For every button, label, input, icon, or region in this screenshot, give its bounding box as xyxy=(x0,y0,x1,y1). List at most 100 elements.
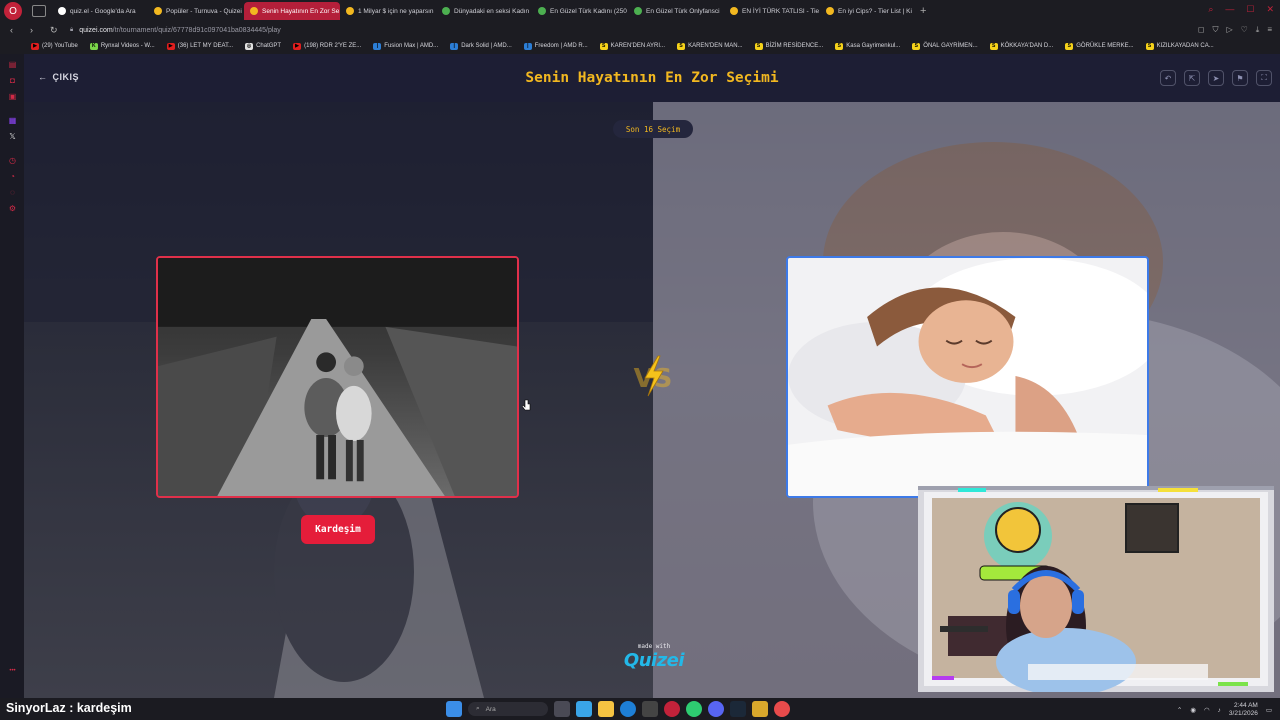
edge-icon[interactable] xyxy=(620,701,636,717)
browser-tab[interactable]: En Güzel Türk Kadını (250 xyxy=(532,2,628,20)
task-view-icon[interactable] xyxy=(554,701,570,717)
flag-icon[interactable]: ⚑ xyxy=(1232,70,1248,86)
bookmark-item[interactable]: S Kasa Gayrimenkul... xyxy=(830,42,905,50)
fullscreen-icon[interactable]: ⛶ xyxy=(1256,70,1272,86)
bookmark-item[interactable]: | Freedom | AMD R... xyxy=(519,42,593,50)
bookmark-item[interactable]: ▶ (29) YouTube xyxy=(26,42,83,50)
bookmark-item[interactable]: S KÖKKAYA'DAN D... xyxy=(985,42,1059,50)
minimize-icon[interactable]: — xyxy=(1225,4,1234,15)
sidebar-bulb-icon[interactable]: ◌ xyxy=(8,188,17,197)
bookmark-item[interactable]: S KIZILKAYADAN CA... xyxy=(1141,42,1219,50)
bookmark-item[interactable]: S ÖNAL GAYRİMEN... xyxy=(907,42,982,50)
file-explorer-icon[interactable] xyxy=(598,701,614,717)
person-face xyxy=(1020,574,1072,638)
forward-icon[interactable]: › xyxy=(30,25,40,35)
browser-tab[interactable]: Dünyadaki en seksi Kadın xyxy=(436,2,532,20)
obs-icon[interactable] xyxy=(774,701,790,717)
bookmark-favicon-icon: ▶ xyxy=(166,42,175,50)
bookmark-item[interactable]: ▶ (198) RDR 2'YE ZE... xyxy=(288,42,366,50)
bookmark-item[interactable]: S BİZİM RESİDENCE... xyxy=(750,42,829,50)
bookmark-favicon-icon: S xyxy=(1145,42,1154,50)
right-choice-card[interactable] xyxy=(786,256,1149,498)
heart-icon[interactable]: ♡ xyxy=(1241,25,1248,35)
sidebar-wallet-icon[interactable]: ▤ xyxy=(8,60,17,69)
sidebar-twitch-icon[interactable]: ▦ xyxy=(8,116,17,125)
left-choice-card[interactable] xyxy=(156,256,519,498)
reload-icon[interactable]: ↻ xyxy=(50,25,60,36)
volume-icon[interactable]: ♪ xyxy=(1218,707,1221,714)
browser-tab[interactable]: Senin Hayatının En Zor Se xyxy=(244,2,340,20)
taskbar-search[interactable]: ⌕ Ara xyxy=(468,702,548,716)
copilot-icon[interactable] xyxy=(576,701,592,717)
bookmark-item[interactable]: K Rynxal Videos - W... xyxy=(85,42,160,50)
sidebar-more-icon[interactable]: ••• xyxy=(8,666,17,675)
send-icon[interactable]: ➤ xyxy=(1208,70,1224,86)
whatsapp-icon[interactable] xyxy=(686,701,702,717)
sidebar-player-icon[interactable]: ▣ xyxy=(8,92,17,101)
bookmark-label: Kasa Gayrimenkul... xyxy=(846,43,901,49)
maximize-icon[interactable]: ☐ xyxy=(1246,4,1254,15)
bookmark-favicon-icon: | xyxy=(523,42,532,50)
url-field[interactable]: 🔒︎ quizei.com/tr/tournament/quiz/67778d9… xyxy=(70,27,281,34)
tab-label: En iyi Cips? - Tier List | Ki xyxy=(838,7,912,15)
close-icon[interactable]: ✕ xyxy=(1266,4,1274,15)
taskbar: SinyorLaz : kardeşim ⌕ Ara ⌃ ◉ ◠ ♪ 2:44 … xyxy=(0,698,1280,720)
sidebar-messenger-icon[interactable]: ◘ xyxy=(8,76,17,85)
tab-favicon-icon xyxy=(154,7,162,15)
bookmark-item[interactable]: | Fusion Max | AMD... xyxy=(368,42,443,50)
bookmark-item[interactable]: S KAREN'DEN AYRI... xyxy=(595,42,670,50)
browser-tab[interactable]: En iyi Cips? - Tier List | Ki xyxy=(820,2,916,20)
tray-chevron-icon[interactable]: ⌃ xyxy=(1177,706,1182,714)
sidebar-history-icon[interactable]: ◔ xyxy=(8,172,17,181)
bookmark-item[interactable]: ◎ ChatGPT xyxy=(240,42,286,50)
quizei-logo: Quizei xyxy=(623,650,685,671)
sidebar-settings-icon[interactable]: ⚙ xyxy=(8,204,17,213)
bookmark-favicon-icon: ▶ xyxy=(31,42,39,50)
wifi-icon[interactable]: ◠ xyxy=(1204,706,1210,714)
browser-tab[interactable]: En Güzel Türk Onlyfansci xyxy=(628,2,724,20)
menu-icon[interactable]: ≡ xyxy=(1267,25,1272,35)
window-controls: ⌕ — ☐ ✕ xyxy=(1208,4,1274,15)
tab-favicon-icon xyxy=(250,7,258,15)
notification-icon[interactable]: ▭ xyxy=(1266,706,1272,714)
opera-icon[interactable] xyxy=(664,701,680,717)
browser-tab[interactable]: 1 Milyar $ için ne yaparsın xyxy=(340,2,436,20)
new-tab-icon[interactable]: + xyxy=(920,5,926,17)
undo-icon[interactable]: ↶ xyxy=(1160,70,1176,86)
browser-tab[interactable]: quiz.el - Google'da Ara xyxy=(52,2,148,20)
browser-tab[interactable]: Popüler - Turnuva - Quizei xyxy=(148,2,244,20)
bookmark-label: ÖNAL GAYRİMEN... xyxy=(923,43,978,49)
bookmark-label: Rynxal Videos - W... xyxy=(100,43,155,49)
made-with-quizei[interactable]: made with Quizei xyxy=(621,643,687,671)
network-icon[interactable]: ◉ xyxy=(1190,706,1196,714)
shield-icon[interactable]: ⛉ xyxy=(1212,25,1218,35)
tab-label: En Güzel Türk Onlyfansci xyxy=(646,7,720,15)
opera-logo-icon[interactable]: O xyxy=(4,2,22,20)
steam-icon[interactable] xyxy=(730,701,746,717)
tab-menu-icon[interactable] xyxy=(32,5,46,17)
search-tabs-icon[interactable]: ⌕ xyxy=(1208,4,1213,15)
play-icon[interactable]: ▷ xyxy=(1226,25,1232,35)
sidebar-clock-icon[interactable]: ◷ xyxy=(8,156,17,165)
share-icon[interactable]: ⇱ xyxy=(1184,70,1200,86)
search-placeholder: Ara xyxy=(485,705,496,713)
bookmark-favicon-icon: S xyxy=(989,42,998,50)
discord-icon[interactable] xyxy=(708,701,724,717)
bookmark-item[interactable]: S KAREN'DEN MAN... xyxy=(672,42,748,50)
sidebar-x-icon[interactable]: 𝕏 xyxy=(8,132,17,141)
search-icon: ⌕ xyxy=(476,705,480,712)
back-icon[interactable]: ‹ xyxy=(10,25,20,35)
clock[interactable]: 2:44 AM 3/21/2026 xyxy=(1229,702,1258,718)
bookmark-item[interactable]: S GÖRÜKLE MERKE... xyxy=(1060,42,1138,50)
store-icon[interactable] xyxy=(642,701,658,717)
mouse-cursor-icon xyxy=(522,399,531,411)
bookmark-item[interactable]: | Dark Solid | AMD... xyxy=(445,42,517,50)
screenshot-icon[interactable]: ◻ xyxy=(1198,25,1205,35)
download-icon[interactable]: ⤓ xyxy=(1256,25,1260,35)
tab-label: Popüler - Turnuva - Quizei xyxy=(166,7,242,15)
windows-start-icon[interactable] xyxy=(446,701,462,717)
game-launcher-icon[interactable] xyxy=(752,701,768,717)
left-choice-label[interactable]: Kardeşim xyxy=(301,515,375,544)
browser-tab[interactable]: EN İYİ TÜRK TATLISI - Tie xyxy=(724,2,820,20)
bookmark-item[interactable]: ▶ (36) LET MY DEAT... xyxy=(162,42,238,50)
